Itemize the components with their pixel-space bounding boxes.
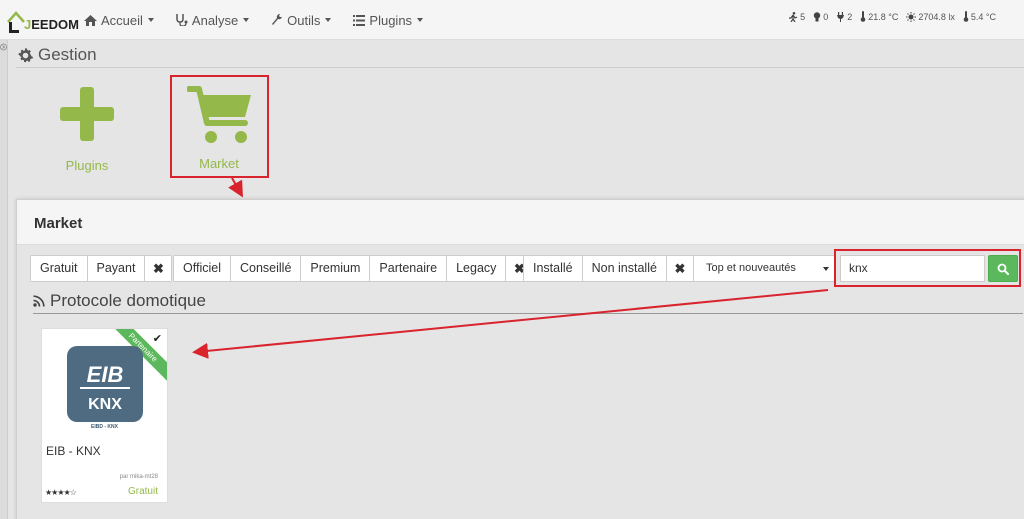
chevron-down-icon — [243, 18, 250, 22]
clear-install-filter-button[interactable]: ✖ — [666, 256, 693, 281]
status-plug-value: 2 — [847, 11, 853, 22]
clear-price-filter-button[interactable]: ✖ — [145, 256, 172, 281]
annotation-arrow-market — [228, 177, 243, 198]
filter-officiel[interactable]: Officiel — [174, 256, 231, 281]
gestion-title: Gestion — [38, 45, 97, 64]
chevron-down-icon — [325, 18, 332, 22]
status-light-value: 0 — [823, 11, 829, 22]
chevron-right-icon[interactable] — [0, 42, 8, 52]
status-temperature-out[interactable]: 5.4 °C — [963, 11, 996, 22]
menu-accueil[interactable]: Accueil — [84, 13, 154, 28]
menu-outils[interactable]: Outils — [271, 12, 332, 28]
filter-legacy[interactable]: Legacy — [447, 256, 507, 281]
chevron-down-icon — [823, 267, 829, 271]
tasks-icon — [353, 14, 366, 26]
thermometer-icon — [963, 11, 969, 22]
status-motion-value: 5 — [800, 11, 806, 22]
rss-icon — [33, 295, 45, 307]
installed-check-icon: ✔ — [152, 333, 162, 345]
sort-select[interactable]: Top et nouveautés — [693, 255, 835, 282]
sun-icon — [906, 11, 917, 22]
status-temperature-in[interactable]: 21.8 °C — [860, 11, 898, 22]
sort-select-value: Top et nouveautés — [706, 262, 796, 274]
main-menu: Accueil Analyse Outils Plugins — [84, 0, 424, 40]
sidebar-collapse-strip[interactable] — [0, 40, 8, 519]
filter-gratuit[interactable]: Gratuit — [31, 256, 88, 281]
home-icon — [84, 14, 97, 26]
stethoscope-icon — [176, 14, 188, 26]
filter-conseille[interactable]: Conseillé — [230, 256, 302, 281]
menu-analyse-label: Analyse — [191, 12, 239, 28]
menu-analyse[interactable]: Analyse — [176, 12, 250, 28]
plugin-price: Gratuit — [127, 486, 158, 497]
logo-text: EEDOM — [31, 17, 79, 32]
menu-outils-label: Outils — [287, 12, 321, 28]
filter-installe[interactable]: Installé — [524, 256, 583, 281]
install-filter-group: Installé Non installé ✖ — [523, 255, 694, 282]
plugin-card-eib-knx[interactable]: Partenaire ✔ EIB KNX EIBD - KNX EIB - KN… — [41, 328, 168, 503]
filter-payant[interactable]: Payant — [87, 256, 146, 281]
status-temperature-in-value: 21.8 °C — [868, 11, 899, 22]
filter-non-installe[interactable]: Non installé — [582, 256, 667, 281]
rating-stars: ★★★★☆ — [45, 488, 77, 497]
logo-caption: EIBD - KNX — [91, 424, 118, 430]
price-filter-group: Gratuit Payant ✖ — [30, 255, 173, 282]
plugins-tile-label: Plugins — [65, 158, 109, 173]
filter-partenaire[interactable]: Partenaire — [370, 256, 448, 281]
lightbulb-icon — [813, 11, 821, 21]
market-modal: Market Gratuit Payant ✖ Officiel Conseil… — [16, 199, 1024, 519]
filter-premium[interactable]: Premium — [301, 256, 371, 281]
logo-knx-text: KNX — [88, 396, 122, 413]
status-motion[interactable]: 5 — [789, 11, 806, 22]
cart-icon — [187, 86, 251, 143]
market-tile-label: Market — [199, 156, 239, 171]
status-luminosity-value: 2704.8 lx — [918, 11, 955, 22]
menu-plugins-label: Plugins — [369, 12, 413, 28]
status-bar: 5 0 2 21.8 °C 2704.8 lx 5.4 °C — [789, 11, 996, 22]
search-button[interactable] — [988, 255, 1018, 282]
menu-accueil-label: Accueil — [101, 12, 143, 28]
wrench-icon — [272, 14, 283, 25]
gear-icon — [18, 47, 33, 62]
logo-house-icon — [7, 11, 25, 33]
divider — [16, 67, 1024, 68]
status-temperature-out-value: 5.4 °C — [970, 11, 996, 22]
chevron-down-icon — [147, 18, 154, 22]
plus-icon — [60, 87, 114, 141]
gestion-heading: Gestion — [18, 45, 97, 65]
category-title: Protocole domotique — [50, 291, 206, 310]
search-input[interactable]: knx — [840, 255, 985, 282]
status-plug[interactable]: 2 — [836, 11, 853, 22]
search-icon — [997, 263, 1009, 275]
logo-eib-text: EIB — [87, 362, 124, 387]
plugins-tile[interactable]: Plugins — [52, 82, 122, 177]
chevron-down-icon — [417, 18, 424, 22]
top-navbar: JEEDOM Accueil Analyse Outils Plugins 5 … — [0, 0, 1024, 40]
market-tile[interactable]: Market — [173, 80, 265, 175]
category-heading: Protocole domotique — [33, 291, 206, 311]
plug-icon — [837, 11, 845, 22]
eib-knx-logo: EIB KNX — [67, 346, 143, 422]
divider — [33, 313, 1023, 314]
running-person-icon — [789, 11, 798, 22]
status-light[interactable]: 0 — [813, 12, 828, 22]
type-filter-group: Officiel Conseillé Premium Partenaire Le… — [173, 255, 534, 282]
thermometer-icon — [860, 11, 866, 22]
jeedom-logo[interactable]: JEEDOM — [6, 4, 79, 36]
modal-header: Market — [17, 200, 1024, 245]
status-luminosity[interactable]: 2704.8 lx — [906, 11, 955, 22]
eib-knx-logo-art: EIB KNX — [80, 362, 130, 413]
menu-plugins[interactable]: Plugins — [353, 12, 424, 28]
plugin-name: EIB - KNX — [46, 444, 101, 458]
plugin-author: par mika-mt28 — [119, 474, 158, 480]
modal-title: Market — [34, 215, 83, 232]
